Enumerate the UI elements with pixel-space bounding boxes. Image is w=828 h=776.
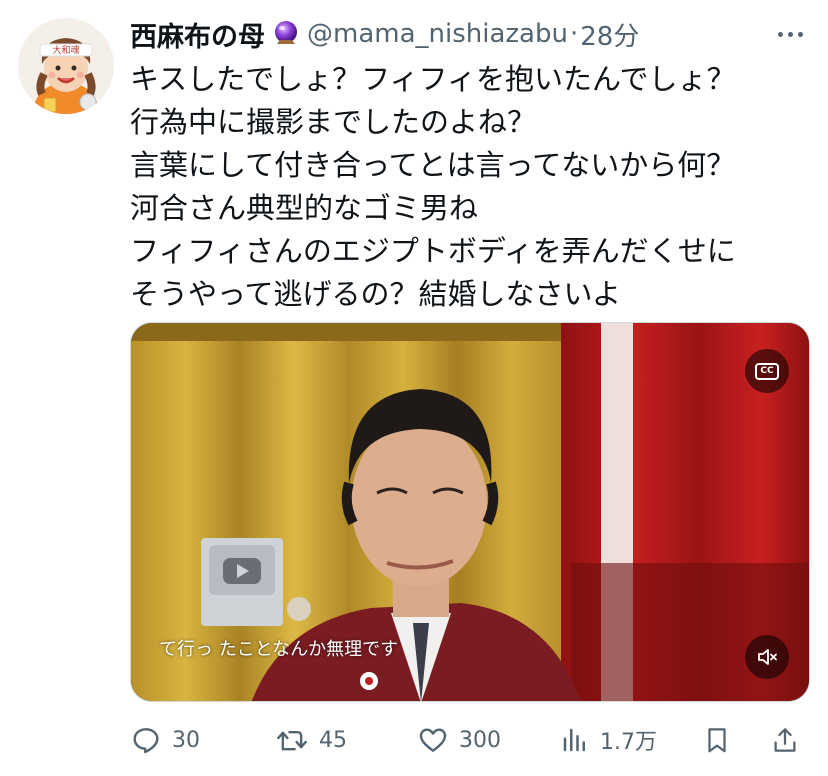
tweet-line: 河合さん典型的なゴミ男ね [130, 191, 479, 225]
share-button[interactable] [770, 718, 800, 762]
avatar-illustration: 大和魂 [18, 18, 114, 114]
heart-icon [419, 728, 447, 752]
like-button[interactable]: 300 [417, 718, 501, 762]
video-caption: て行っ たことなんか無理です [159, 639, 399, 660]
reply-icon [133, 728, 159, 754]
mute-button[interactable] [745, 635, 789, 679]
tweet-line: 言葉にして付き合ってとは言ってないから何？ [130, 148, 736, 182]
repost-button[interactable]: 45 [275, 718, 347, 762]
more-options-icon[interactable] [770, 20, 810, 48]
repost-icon [277, 730, 307, 751]
headband-text: 大和魂 [52, 44, 79, 56]
tweet-line: そうやって逃げるの？結婚しなさいよ [130, 277, 621, 311]
play-button-plaque [201, 538, 283, 626]
tweet-header: 西麻布の母 @mama_nishiazabu · 28分 [130, 14, 810, 54]
avatar[interactable]: 大和魂 [18, 18, 114, 114]
timestamp[interactable]: 28分 [580, 16, 639, 53]
tweet-line: フィフィさんのエジプトボディを弄んだくせに [130, 234, 736, 268]
speaker-muted-icon [758, 649, 777, 665]
reply-button[interactable]: 30 [130, 718, 200, 762]
bookmark-button[interactable] [702, 718, 732, 762]
views-chart-icon [563, 728, 585, 752]
like-count: 300 [459, 727, 501, 753]
share-icon [774, 728, 796, 752]
separator: · [569, 19, 579, 49]
reply-count: 30 [172, 727, 200, 753]
tweet-text: キスしたでしょ？フィフィを抱いたんでしょ？ 行為中に撮影までしたのよね？ 言葉に… [130, 58, 810, 316]
display-name[interactable]: 西麻布の母 [130, 15, 265, 54]
tweet-line: 行為中に撮影までしたのよね？ [130, 105, 537, 139]
views-button[interactable]: 1.7万 [560, 718, 657, 762]
video-player[interactable]: て行っ たことなんか無理です CC [130, 322, 810, 702]
view-count: 1.7万 [600, 730, 657, 755]
tweet-line: キスしたでしょ？フィフィを抱いたんでしょ？ [130, 62, 736, 96]
captions-icon: CC [755, 362, 779, 380]
crystal-ball-icon [271, 19, 301, 49]
bookmark-icon [708, 728, 726, 753]
captions-button[interactable]: CC [745, 349, 789, 393]
handle[interactable]: @mama_nishiazabu [307, 19, 568, 49]
repost-count: 45 [319, 727, 347, 753]
tweet-actions: 30 45 300 1.7万 [130, 718, 810, 762]
